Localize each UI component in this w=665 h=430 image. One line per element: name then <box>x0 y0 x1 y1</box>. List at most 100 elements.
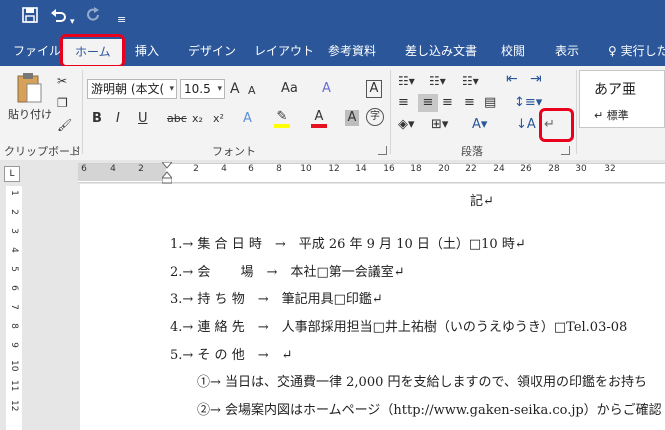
tab-insert[interactable]: 挿入 <box>135 36 159 66</box>
bullets-button[interactable]: ☷▾ <box>398 72 415 90</box>
indent-marker[interactable] <box>160 161 174 184</box>
font-group-label: フォント <box>212 145 256 158</box>
ruler-tick: 4 <box>221 164 227 174</box>
char-border-button[interactable]: A <box>366 80 382 98</box>
tab-selector[interactable]: L <box>4 166 20 182</box>
copy-icon[interactable]: ❐ <box>57 94 68 112</box>
font-size-value: 10.5 <box>184 82 211 96</box>
line-spacing-button[interactable]: ↕≡▾ <box>514 94 542 112</box>
char-shading-button[interactable]: A <box>345 110 359 126</box>
ruler-tick: 7 <box>9 304 19 310</box>
font-size-combo[interactable]: 10.5 ▾ <box>180 79 225 99</box>
italic-button[interactable]: I <box>116 110 120 128</box>
tab-review[interactable]: 校閲 <box>501 36 525 66</box>
tab-mailings[interactable]: 差し込み文書 <box>405 36 477 66</box>
tell-me-search[interactable]: ♀ 実行した <box>608 36 665 66</box>
paragraph-launcher-icon[interactable] <box>561 146 570 155</box>
highlight-swatch <box>274 124 290 128</box>
font-color-button[interactable]: A <box>311 108 327 128</box>
separator <box>576 70 577 154</box>
ruler-tick: 2 <box>193 164 199 174</box>
align-left-button[interactable]: ≡ <box>398 94 409 112</box>
ruler-tick: 4 <box>110 164 116 174</box>
ruler-tick: 8 <box>9 323 19 329</box>
highlight-home-tab <box>60 34 125 68</box>
tab-layout[interactable]: レイアウト <box>254 36 314 66</box>
subscript-button[interactable]: x₂ <box>192 110 203 128</box>
undo-icon[interactable] <box>50 7 68 28</box>
increase-indent-button[interactable]: ⇥ <box>530 70 542 88</box>
ruler-tick: 28 <box>548 164 560 174</box>
ruler-tick: 32 <box>604 164 616 174</box>
tell-me-label: 実行した <box>620 44 665 58</box>
clipboard-launcher-icon[interactable] <box>70 146 79 155</box>
shading-button[interactable]: ◈▾ <box>398 116 415 134</box>
ruler-tick: 12 <box>328 164 340 174</box>
tab-design[interactable]: デザイン <box>188 36 236 66</box>
highlight-color-button[interactable]: ✎ <box>274 108 290 128</box>
align-center-button[interactable]: ≡ <box>418 94 438 112</box>
redo-icon[interactable] <box>86 7 102 28</box>
ruler-tick: 30 <box>575 164 587 174</box>
tab-view[interactable]: 表示 <box>555 36 579 66</box>
format-painter-icon[interactable]: 🖌 <box>57 116 72 134</box>
change-case-button[interactable]: Aa <box>281 80 298 98</box>
ruler-tick: 5 <box>9 266 19 272</box>
ruler-tick: 4 <box>9 247 19 253</box>
tab-references[interactable]: 参考資料 <box>328 36 376 66</box>
highlighter-icon: ✎ <box>276 109 288 124</box>
ruler-tick: 16 <box>383 164 395 174</box>
style-normal[interactable]: あア亜 ↵ 標準 <box>579 70 665 128</box>
ruler-tick: 11 <box>9 380 19 392</box>
font-launcher-icon[interactable] <box>378 146 387 155</box>
ruler-tick: 14 <box>355 164 367 174</box>
ruler-tick: 6 <box>248 164 254 174</box>
ruler-tick: 1 <box>9 190 19 196</box>
doc-line-6: ①→ 当日は、交通費一律 2,000 円を支給しますので、領収用の印鑑をお持ち <box>197 375 647 390</box>
clear-format-button[interactable]: A <box>322 80 331 98</box>
underline-button[interactable]: U <box>138 110 148 128</box>
font-name-combo[interactable]: 游明朝 (本文(▾ <box>87 79 177 99</box>
borders-button[interactable]: ⊞▾ <box>431 116 448 134</box>
decrease-indent-button[interactable]: ⇤ <box>506 70 518 88</box>
separator <box>82 70 83 154</box>
bold-button[interactable]: B <box>92 110 102 128</box>
multilevel-list-button[interactable]: ☷▾ <box>462 72 479 90</box>
text-effects-button[interactable]: A <box>243 110 252 128</box>
doc-heading: 記↵ <box>470 194 494 209</box>
asian-layout-button[interactable]: A▾ <box>472 116 487 134</box>
ruler-tick: 26 <box>520 164 532 174</box>
ruler-tick: 9 <box>9 342 19 348</box>
sort-button[interactable]: ↓A <box>516 116 536 134</box>
paste-label: 貼り付け <box>8 108 52 121</box>
save-icon[interactable] <box>22 7 38 28</box>
grow-font-button[interactable]: A <box>230 80 240 98</box>
doc-line-3: 3.→ 持 ち 物 → 筆記用具□印鑑↵ <box>170 292 383 307</box>
distributed-button[interactable]: ▤ <box>484 94 496 112</box>
ruler-tick: 6 <box>9 285 19 291</box>
align-right-button[interactable]: ≡ <box>442 94 453 112</box>
doc-line-4: 4.→ 連 絡 先 → 人事部採用担当□井上祐樹（いのうえゆうき）□Tel.03… <box>170 320 628 335</box>
strikethrough-button[interactable]: abc <box>167 110 187 128</box>
highlight-show-marks <box>539 108 574 142</box>
ruler-tick: 10 <box>9 360 19 372</box>
chevron-down-icon: ▾ <box>217 84 222 94</box>
customize-qat-icon[interactable]: ≡ <box>117 10 126 30</box>
ruler-tick: 2 <box>138 164 144 174</box>
enclose-char-button[interactable]: 字 <box>366 108 384 126</box>
lightbulb-icon: ♀ <box>608 44 617 58</box>
ruler-tick: 18 <box>410 164 422 174</box>
superscript-button[interactable]: x² <box>213 110 224 128</box>
ruler-tick: 8 <box>276 164 282 174</box>
separator <box>390 70 391 154</box>
document-page[interactable] <box>80 184 665 430</box>
tab-file[interactable]: ファイル <box>13 36 61 66</box>
numbering-button[interactable]: ☷▾ <box>429 72 446 90</box>
shrink-font-button[interactable]: A <box>248 82 256 100</box>
justify-button[interactable]: ≡ <box>464 94 475 112</box>
ruler-tick: 10 <box>300 164 312 174</box>
ruler-tick: 20 <box>438 164 450 174</box>
doc-line-7: ②→ 会場案内図はホームページ（http://www.gaken-seika.c… <box>197 403 662 418</box>
cut-icon[interactable]: ✂ <box>57 72 67 90</box>
undo-dropdown-icon[interactable]: ▾ <box>70 12 75 32</box>
